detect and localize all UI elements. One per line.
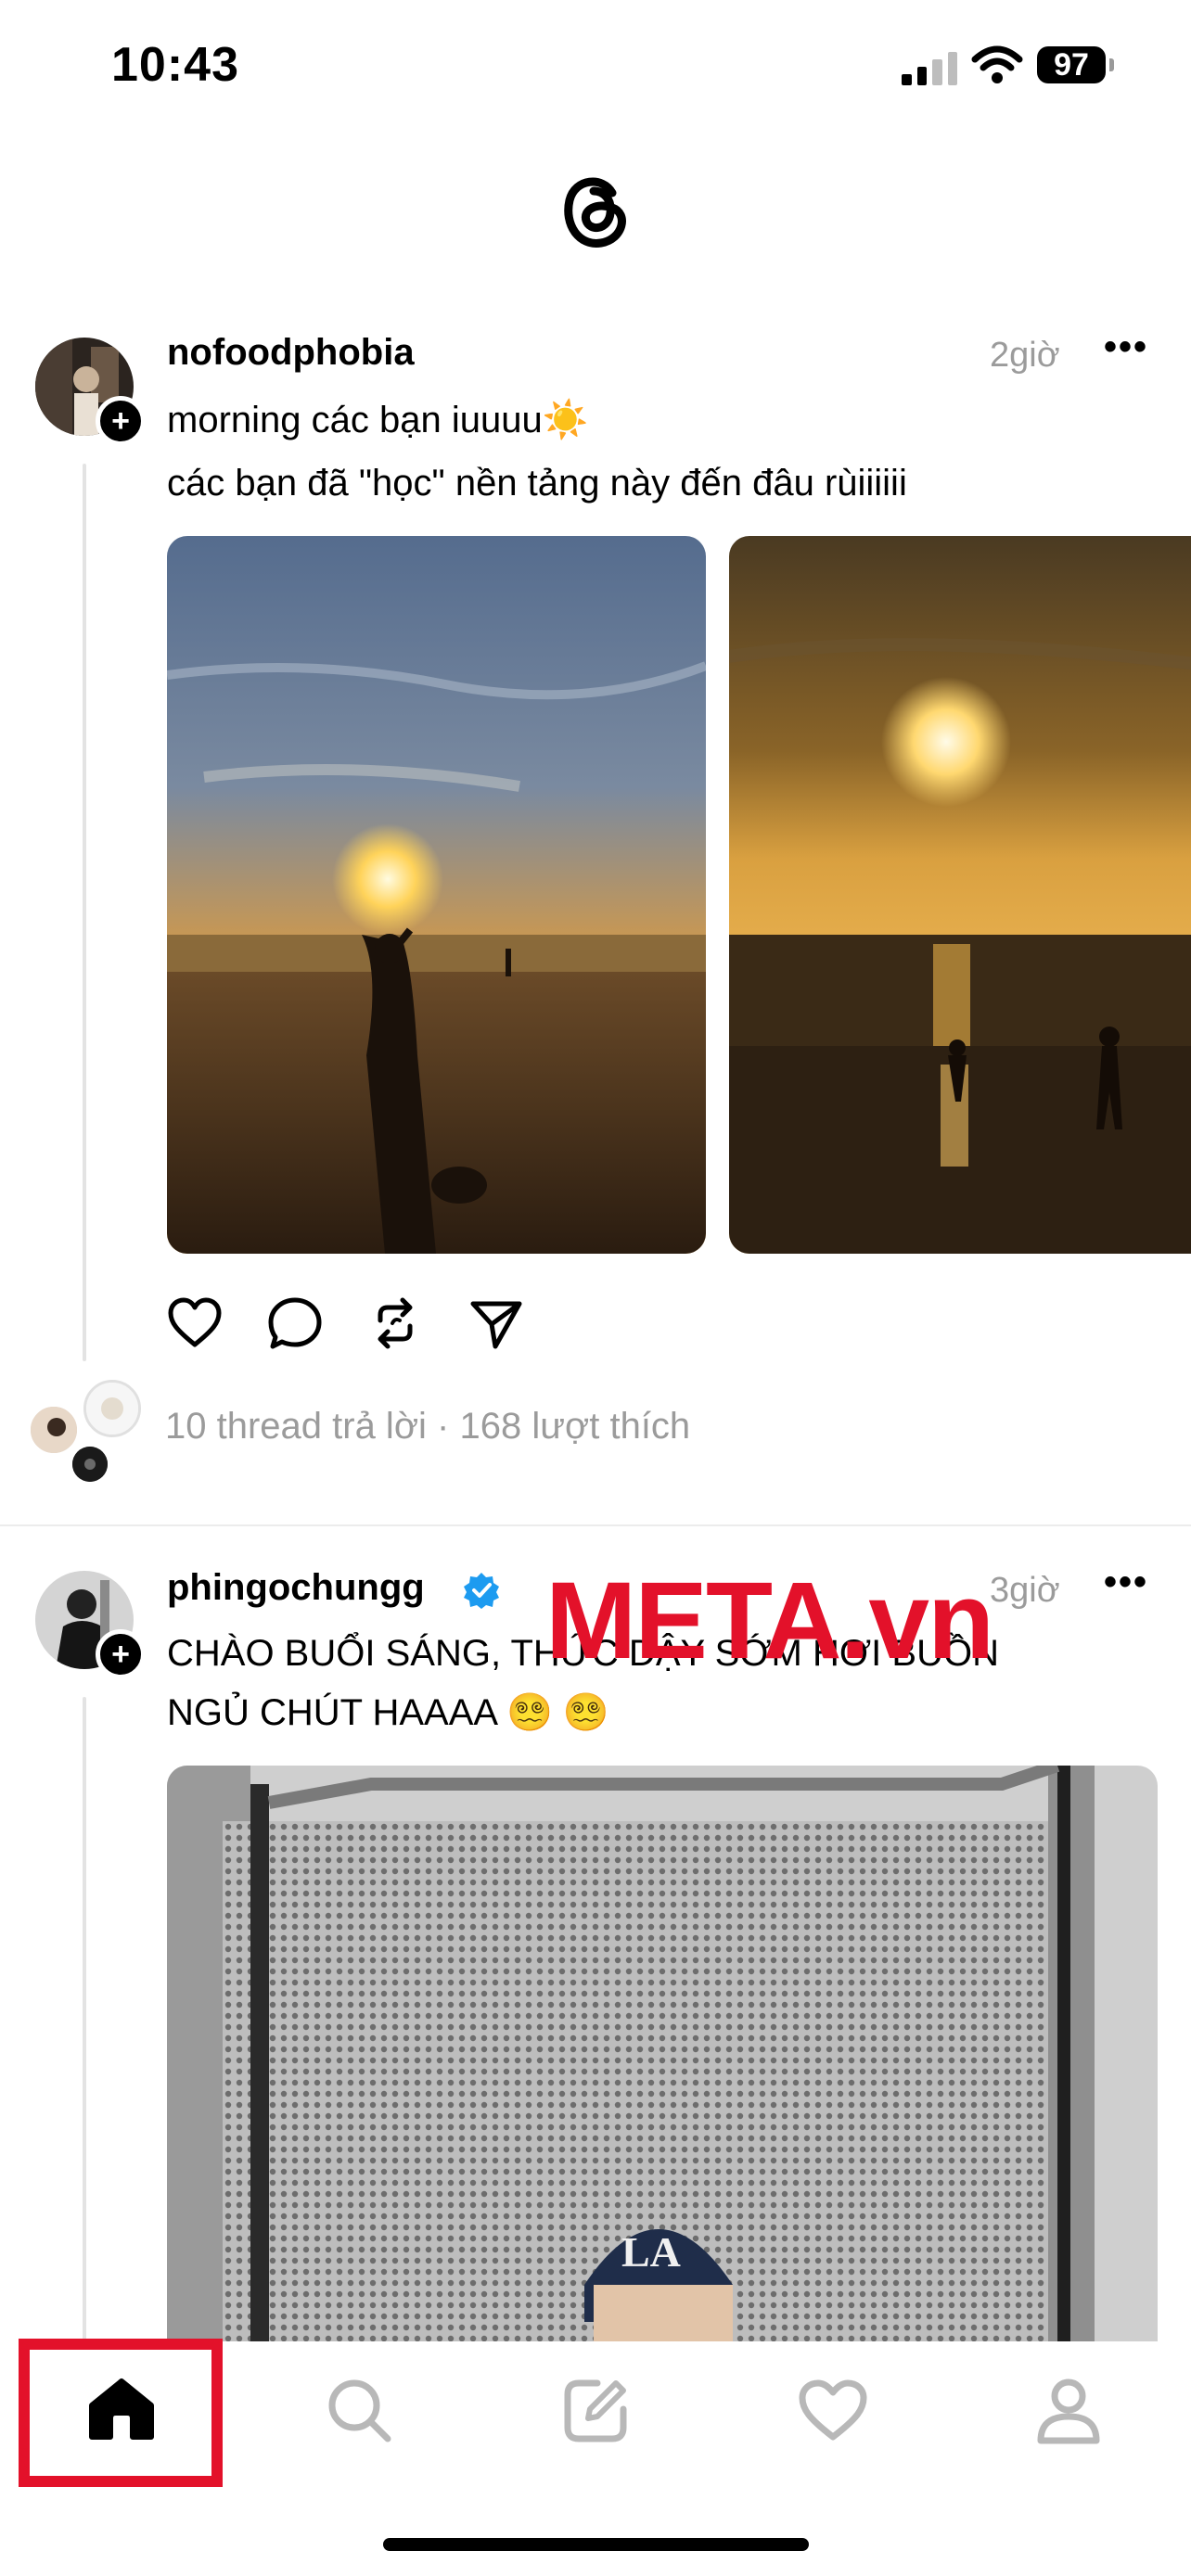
battery-tip	[1109, 58, 1114, 71]
post-username[interactable]: nofoodphobia	[167, 332, 415, 374]
reply-avatar	[28, 1404, 80, 1456]
comment-icon[interactable]	[267, 1296, 323, 1350]
post-text-line: các bạn đã "học" nền tảng này đến đâu rù…	[167, 463, 907, 504]
post-time: 3giờ	[990, 1571, 1060, 1610]
share-icon[interactable]	[469, 1298, 523, 1350]
thread-line	[83, 464, 86, 1361]
more-options-icon[interactable]: •••	[1104, 326, 1148, 368]
post-stats[interactable]: 10 thread trả lời · 168 lượt thích	[165, 1406, 690, 1447]
follow-plus-icon[interactable]: +	[96, 396, 146, 446]
more-options-icon[interactable]: •••	[1104, 1562, 1148, 1603]
cellular-signal-icon	[902, 48, 957, 85]
wifi-icon	[971, 45, 1023, 83]
active-tab-highlight	[19, 2339, 223, 2487]
thread-line	[83, 1697, 86, 2346]
post-image[interactable]: LA	[167, 1766, 1158, 2359]
like-icon[interactable]	[167, 1296, 223, 1348]
post-divider	[0, 1524, 1191, 1526]
profile-icon[interactable]	[1033, 2376, 1104, 2446]
watermark: META.vn	[545, 1560, 994, 1682]
post-text-line: morning các bạn iuuuu☀️	[167, 400, 589, 440]
search-icon[interactable]	[325, 2376, 395, 2446]
verified-badge-icon	[464, 1573, 499, 1609]
reply-avatar	[83, 1380, 141, 1437]
reply-avatar	[72, 1447, 108, 1482]
svg-text:LA: LA	[621, 2228, 681, 2276]
compose-icon[interactable]	[560, 2376, 631, 2446]
post-username[interactable]: phingochungg	[167, 1567, 425, 1609]
home-indicator	[383, 2538, 809, 2551]
post-image[interactable]	[167, 536, 706, 1254]
activity-heart-icon[interactable]	[798, 2379, 868, 2442]
threads-logo[interactable]	[547, 158, 640, 260]
battery-indicator: 97	[1037, 46, 1106, 83]
status-time: 10:43	[111, 38, 239, 92]
repost-icon[interactable]	[369, 1294, 421, 1352]
post-text-line: NGỦ CHÚT HAAAA 😵‍💫 😵‍💫	[167, 1692, 609, 1733]
post-time: 2giờ	[990, 336, 1060, 375]
follow-plus-icon[interactable]: +	[96, 1629, 146, 1679]
post-image[interactable]	[729, 536, 1191, 1254]
